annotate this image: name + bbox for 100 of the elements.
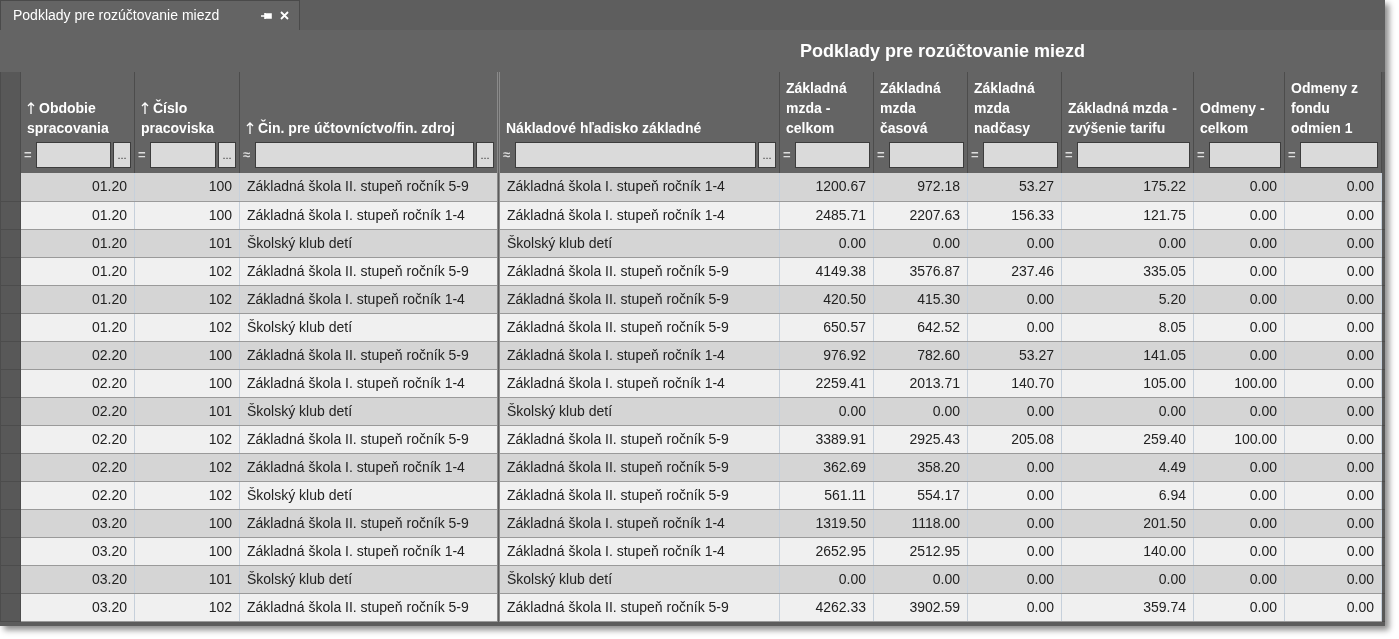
picker-button[interactable]: ...	[113, 142, 131, 168]
filter-operator[interactable]: =	[783, 145, 793, 165]
column-header[interactable]: Základná mzda - zvýšenie tarifu	[1062, 92, 1193, 142]
table-cell: 0.00	[1193, 509, 1285, 537]
filter-field[interactable]	[1209, 142, 1281, 168]
table-cell: 02.20	[20, 369, 135, 397]
column-header[interactable]: Základná mzda nadčasy	[968, 72, 1061, 142]
table-cell: Školský klub detí	[239, 481, 499, 509]
table-cell: 5.20	[1061, 285, 1194, 313]
table-cell: 0.00	[1193, 481, 1285, 509]
filter-field[interactable]	[515, 142, 756, 168]
table-cell: 01.20	[20, 201, 135, 229]
close-icon[interactable]	[280, 11, 289, 20]
filter-operator[interactable]: =	[1065, 145, 1075, 165]
table-cell: 4149.38	[779, 257, 874, 285]
sort-arrow-icon	[246, 122, 254, 134]
table-cell: 0.00	[1193, 257, 1285, 285]
column-header[interactable]: Odmeny z fondu odmien 1	[1285, 72, 1381, 142]
document-tab[interactable]: Podklady pre rozúčtovanie miezd	[0, 0, 300, 30]
table-cell: 782.60	[873, 341, 968, 369]
table-cell: Základná škola I. stupeň ročník 1-4	[498, 537, 780, 565]
table-cell: 0.00	[1193, 341, 1285, 369]
table-cell: 650.57	[779, 313, 874, 341]
table-cell: 02.20	[20, 425, 135, 453]
column-header[interactable]: Obdobie spracovania	[21, 92, 134, 142]
table-cell: 2652.95	[779, 537, 874, 565]
filter-field[interactable]	[889, 142, 964, 168]
table-cell: 0.00	[967, 229, 1062, 257]
column-header[interactable]: Nákladové hľadisko základné	[500, 112, 779, 142]
table-cell: Základná škola II. stupeň ročník 5-9	[498, 453, 780, 481]
table-cell: 0.00	[1193, 229, 1285, 257]
table-cell: 0.00	[1061, 229, 1194, 257]
table-cell: 0.00	[1284, 341, 1382, 369]
table-cell: 0.00	[1284, 369, 1382, 397]
table-cell: 561.11	[779, 481, 874, 509]
table-cell: 102	[134, 285, 240, 313]
table-cell: Základná škola I. stupeň ročník 1-4	[239, 453, 499, 481]
filter-operator[interactable]: =	[1197, 145, 1207, 165]
table-cell: 0.00	[967, 453, 1062, 481]
table-cell: 0.00	[873, 565, 968, 593]
table-cell: Základná škola II. stupeň ročník 5-9	[239, 509, 499, 537]
table-cell: 102	[134, 453, 240, 481]
picker-button[interactable]: ...	[758, 142, 776, 168]
filter-field[interactable]	[150, 142, 216, 168]
table-cell: 359.74	[1061, 593, 1194, 621]
filter-operator[interactable]: ≈	[503, 145, 513, 165]
table-cell: 100	[134, 173, 240, 201]
column-header[interactable]: Číslo pracoviska	[135, 92, 239, 142]
picker-button[interactable]: ...	[218, 142, 236, 168]
table-cell: 02.20	[20, 453, 135, 481]
table-cell: 0.00	[779, 397, 874, 425]
table-cell: 201.50	[1061, 509, 1194, 537]
column-header[interactable]: Čin. pre účtovníctvo/fin. zdroj	[240, 112, 497, 142]
pin-icon[interactable]	[261, 10, 272, 21]
table-cell: 415.30	[873, 285, 968, 313]
table-cell: Školský klub detí	[498, 397, 780, 425]
table-cell: 0.00	[1284, 481, 1382, 509]
table-cell: 3389.91	[779, 425, 874, 453]
table-cell: Základná škola I. stupeň ročník 1-4	[498, 509, 780, 537]
table-cell: 237.46	[967, 257, 1062, 285]
table-cell: 01.20	[20, 313, 135, 341]
column-header[interactable]: Odmeny - celkom	[1194, 92, 1284, 142]
table-cell: 0.00	[967, 313, 1062, 341]
filter-operator[interactable]: =	[24, 145, 34, 165]
filter-field[interactable]	[983, 142, 1058, 168]
table-cell: 0.00	[1284, 285, 1382, 313]
table-cell: Základná škola II. stupeň ročník 5-9	[498, 425, 780, 453]
table-cell: 0.00	[779, 565, 874, 593]
table-cell: 105.00	[1061, 369, 1194, 397]
filter-field[interactable]	[795, 142, 870, 168]
table-cell: 358.20	[873, 453, 968, 481]
column-header[interactable]: Základná mzda časová	[874, 72, 967, 142]
table-cell: 8.05	[1061, 313, 1194, 341]
table-cell: Základná škola II. stupeň ročník 5-9	[239, 173, 499, 201]
table-cell: 102	[134, 257, 240, 285]
table-cell: 1118.00	[873, 509, 968, 537]
table-cell: 362.69	[779, 453, 874, 481]
column-header[interactable]: Základná mzda - celkom	[780, 72, 873, 142]
table-cell: 140.00	[1061, 537, 1194, 565]
filter-field[interactable]	[1077, 142, 1190, 168]
table-cell: 2485.71	[779, 201, 874, 229]
table-cell: 156.33	[967, 201, 1062, 229]
filter-operator[interactable]: ≈	[243, 145, 253, 165]
picker-button[interactable]: ...	[476, 142, 494, 168]
filter-field[interactable]	[1300, 142, 1378, 168]
table-cell: 121.75	[1061, 201, 1194, 229]
table-cell: 03.20	[20, 509, 135, 537]
table-cell: 140.70	[967, 369, 1062, 397]
filter-operator[interactable]: =	[138, 145, 148, 165]
sort-arrow-icon	[141, 102, 149, 114]
filter-field[interactable]	[255, 142, 474, 168]
table-cell: 1200.67	[779, 173, 874, 201]
table-cell: 01.20	[20, 257, 135, 285]
table-cell: 1319.50	[779, 509, 874, 537]
filter-operator[interactable]: =	[971, 145, 981, 165]
filter-operator[interactable]: =	[877, 145, 887, 165]
table-cell: 102	[134, 313, 240, 341]
filter-field[interactable]	[36, 142, 111, 168]
filter-operator[interactable]: =	[1288, 145, 1298, 165]
table-cell: 420.50	[779, 285, 874, 313]
